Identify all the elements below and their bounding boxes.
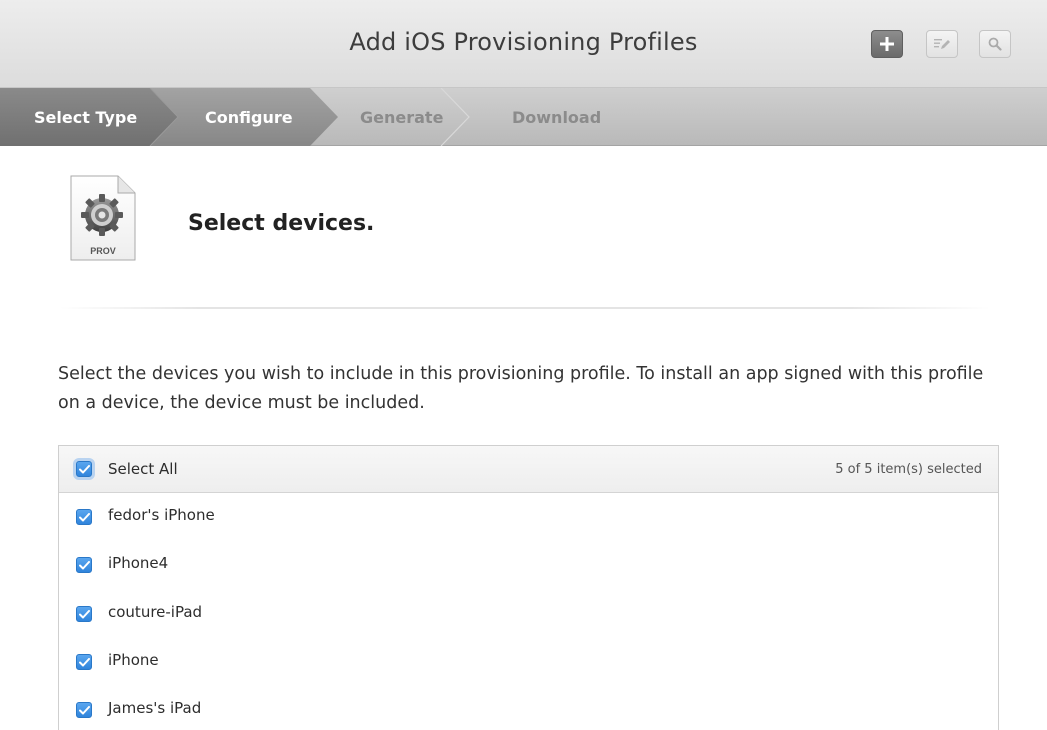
select-all-row[interactable]: Select All 5 of 5 item(s) selected <box>59 446 998 493</box>
plus-icon <box>880 37 894 51</box>
device-row[interactable]: James's iPad <box>59 686 998 730</box>
device-list: Select All 5 of 5 item(s) selected fedor… <box>58 445 999 730</box>
device-name: couture-iPad <box>108 603 203 621</box>
checkmark-icon <box>78 464 90 473</box>
checkmark-icon <box>78 512 90 521</box>
select-all-label: Select All <box>108 460 178 478</box>
instructions-text: Select the devices you wish to include i… <box>58 364 984 413</box>
step-select-type[interactable]: Select Type <box>34 88 137 146</box>
device-checkbox[interactable] <box>76 557 92 573</box>
checkmark-icon <box>78 705 90 714</box>
select-all-checkbox[interactable] <box>76 461 92 477</box>
checkmark-icon <box>78 609 90 618</box>
step-generate: Generate <box>360 107 444 127</box>
prov-icon-label: PROV <box>90 246 116 256</box>
checkmark-icon <box>78 657 90 666</box>
provisioning-profile-icon: PROV <box>70 175 136 261</box>
device-row[interactable]: couture-iPad <box>59 590 998 638</box>
device-name: iPhone4 <box>108 554 169 572</box>
device-name: iPhone <box>108 651 159 669</box>
edit-button[interactable] <box>926 30 958 58</box>
search-button[interactable] <box>979 30 1011 58</box>
search-icon <box>988 37 1002 51</box>
edit-icon <box>934 39 950 49</box>
add-button[interactable] <box>871 30 903 58</box>
step-download: Download <box>512 107 602 127</box>
device-name: James's iPad <box>108 699 202 717</box>
checkmark-icon <box>78 560 90 569</box>
wizard-steps: Select Type Configure Generate Download <box>0 88 1047 146</box>
selection-count: 5 of 5 item(s) selected <box>835 462 982 477</box>
device-row[interactable]: fedor's iPhone <box>59 493 998 541</box>
section-divider <box>60 307 990 309</box>
page-header: Add iOS Provisioning Profiles <box>0 0 1047 88</box>
device-row[interactable]: iPhone4 <box>59 541 998 589</box>
step-configure[interactable]: Configure <box>205 88 293 146</box>
page-heading: Select devices. <box>188 211 375 236</box>
device-checkbox[interactable] <box>76 702 92 718</box>
device-checkbox[interactable] <box>76 509 92 525</box>
device-checkbox[interactable] <box>76 654 92 670</box>
device-row[interactable]: iPhone <box>59 638 998 686</box>
device-checkbox[interactable] <box>76 606 92 622</box>
device-name: fedor's iPhone <box>108 506 215 524</box>
